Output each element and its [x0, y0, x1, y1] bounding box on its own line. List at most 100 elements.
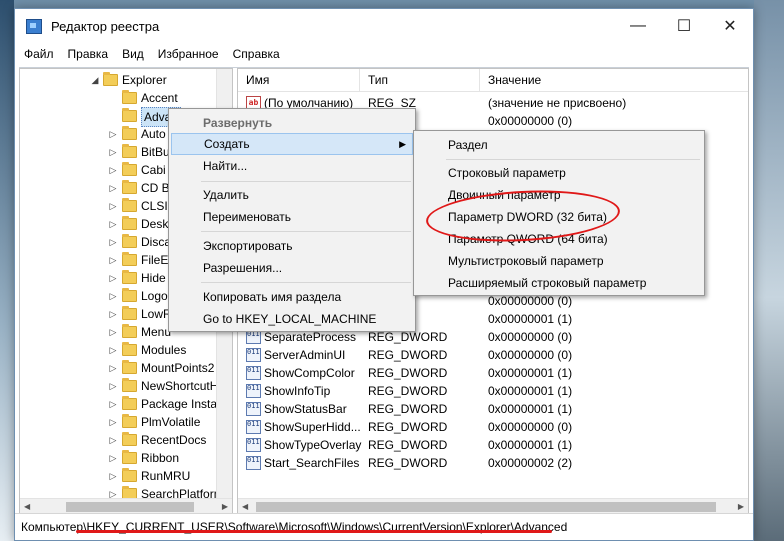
- tree-item[interactable]: ▷ NewShortcutH: [20, 377, 219, 395]
- value-name: ShowStatusBar: [264, 402, 347, 416]
- list-row[interactable]: 011 110ShowCompColor REG_DWORD 0x00000001 …: [238, 364, 748, 382]
- ctx-expand[interactable]: Развернуть: [171, 112, 413, 134]
- tree-item[interactable]: Accent: [20, 89, 216, 107]
- expand-arrow-icon[interactable]: ▷: [108, 377, 118, 395]
- expand-arrow-icon[interactable]: ▷: [108, 179, 118, 197]
- expand-arrow-icon[interactable]: ▷: [108, 431, 118, 449]
- expand-arrow-icon[interactable]: ▷: [108, 269, 118, 287]
- ctx-delete[interactable]: Удалить: [171, 184, 413, 206]
- title-bar[interactable]: Редактор реестра — ☐ ✕: [15, 9, 753, 43]
- submenu-string-value[interactable]: Строковый параметр: [416, 162, 702, 184]
- folder-icon: [122, 432, 137, 446]
- tree-item[interactable]: ▷ Ribbon: [20, 449, 216, 467]
- tree-item-explorer[interactable]: ◢ Explorer: [20, 71, 216, 89]
- value-type: REG_DWORD: [368, 456, 448, 470]
- tree-item-label: RecentDocs: [141, 433, 207, 447]
- scroll-thumb[interactable]: [256, 502, 716, 512]
- ctx-copy-key-name[interactable]: Копировать имя раздела: [171, 286, 413, 308]
- tree-item[interactable]: ▷ RecentDocs: [20, 431, 216, 449]
- dword-value-icon: 011 110: [246, 420, 261, 434]
- folder-icon: [122, 288, 137, 302]
- folder-icon: [122, 180, 137, 194]
- close-button[interactable]: ✕: [707, 9, 753, 43]
- tree-item[interactable]: ▷ Modules: [20, 341, 216, 359]
- list-row[interactable]: 011 110ShowTypeOverlay REG_DWORD 0x0000000…: [238, 436, 748, 454]
- expand-arrow-icon[interactable]: ▷: [108, 251, 118, 269]
- scroll-left-icon[interactable]: ◀: [24, 502, 30, 511]
- folder-icon: [122, 90, 137, 104]
- list-row[interactable]: 011 110ShowSuperHidd... REG_DWORD 0x000000…: [238, 418, 748, 436]
- expand-arrow-icon[interactable]: ▷: [108, 413, 118, 431]
- value-type: REG_DWORD: [368, 384, 448, 398]
- maximize-button[interactable]: ☐: [661, 9, 707, 43]
- submenu-key[interactable]: Раздел: [416, 134, 702, 156]
- ctx-find[interactable]: Найти...: [171, 155, 413, 177]
- submenu-multistring-value[interactable]: Мультистроковый параметр: [416, 250, 702, 272]
- collapse-arrow-icon[interactable]: ◢: [90, 71, 100, 89]
- column-header-value[interactable]: Значение: [480, 69, 748, 92]
- list-row[interactable]: 011 110ShowInfoTip REG_DWORD 0x00000001 (1…: [238, 382, 748, 400]
- tree-item[interactable]: ▷ Package Instal: [20, 395, 220, 413]
- expand-arrow-icon[interactable]: ▷: [108, 161, 118, 179]
- expand-arrow-icon[interactable]: ▷: [108, 395, 118, 413]
- ctx-rename[interactable]: Переименовать: [171, 206, 413, 228]
- ctx-permissions[interactable]: Разрешения...: [171, 257, 413, 279]
- menu-help[interactable]: Справка: [226, 43, 287, 65]
- list-row[interactable]: 011 110Start_SearchFiles REG_DWORD 0x00000…: [238, 454, 748, 472]
- menu-view[interactable]: Вид: [115, 43, 151, 65]
- ctx-goto-hklm[interactable]: Go to HKEY_LOCAL_MACHINE: [171, 308, 413, 330]
- menu-edit[interactable]: Правка: [61, 43, 116, 65]
- folder-icon: [122, 306, 137, 320]
- tree-item[interactable]: ▷ PlmVolatile: [20, 413, 216, 431]
- window-controls: — ☐ ✕: [615, 9, 753, 43]
- folder-icon: [122, 342, 137, 356]
- minimize-button[interactable]: —: [615, 9, 661, 43]
- ctx-export[interactable]: Экспортировать: [171, 235, 413, 257]
- value-data: 0x00000000 (0): [488, 420, 573, 434]
- expand-arrow-icon[interactable]: ▷: [108, 449, 118, 467]
- expand-arrow-icon[interactable]: ▷: [108, 125, 118, 143]
- expand-arrow-icon[interactable]: ▷: [108, 197, 118, 215]
- value-data: 0x00000001 (1): [488, 384, 573, 398]
- menu-bar: Файл Правка Вид Избранное Справка: [15, 43, 753, 65]
- expand-arrow-icon[interactable]: ▷: [108, 143, 118, 161]
- expand-arrow-icon[interactable]: ▷: [108, 323, 118, 341]
- folder-icon: [122, 162, 137, 176]
- folder-icon: [122, 108, 137, 122]
- tree-item[interactable]: ▷ RunMRU: [20, 467, 216, 485]
- expand-arrow-icon[interactable]: ▷: [108, 341, 118, 359]
- expand-arrow-icon[interactable]: ▷: [108, 467, 118, 485]
- value-data: 0x00000000 (0): [488, 114, 573, 128]
- expand-arrow-icon[interactable]: ▷: [108, 233, 118, 251]
- scroll-right-icon[interactable]: ▶: [738, 502, 744, 511]
- expand-arrow-icon[interactable]: ▷: [108, 215, 118, 233]
- folder-icon: [122, 216, 137, 230]
- expand-arrow-icon[interactable]: ▷: [108, 305, 118, 323]
- column-header-name[interactable]: Имя: [238, 69, 360, 92]
- folder-icon: [122, 360, 137, 374]
- menu-separator: [446, 159, 700, 160]
- value-data: 0x00000001 (1): [488, 438, 573, 452]
- menu-separator: [201, 181, 411, 182]
- tree-item-label: CD B: [141, 181, 170, 195]
- expand-arrow-icon[interactable]: ▷: [108, 287, 118, 305]
- tree-item-label: NewShortcutH: [141, 379, 219, 393]
- dword-value-icon: 011 110: [246, 456, 261, 470]
- scroll-right-icon[interactable]: ▶: [222, 502, 228, 511]
- list-row[interactable]: 011 110ServerAdminUI REG_DWORD 0x00000000 …: [238, 346, 748, 364]
- tree-item-label: Ribbon: [141, 451, 180, 465]
- scroll-thumb[interactable]: [66, 502, 194, 512]
- ctx-create[interactable]: Создать ▶: [171, 133, 413, 155]
- value-name: ShowTypeOverlay: [264, 438, 362, 452]
- menu-file[interactable]: Файл: [17, 43, 61, 65]
- tree-item[interactable]: ▷ MountPoints2: [20, 359, 216, 377]
- expand-arrow-icon[interactable]: ▷: [108, 359, 118, 377]
- folder-icon: [122, 414, 137, 428]
- menu-favorites[interactable]: Избранное: [151, 43, 226, 65]
- tree-item-label: PlmVolatile: [141, 415, 201, 429]
- submenu-expandable-string-value[interactable]: Расширяемый строковый параметр: [416, 272, 702, 294]
- column-header-type[interactable]: Тип: [360, 69, 480, 92]
- scroll-left-icon[interactable]: ◀: [242, 502, 248, 511]
- tree-item-label: Disca: [141, 235, 172, 249]
- list-row[interactable]: 011 110ShowStatusBar REG_DWORD 0x00000001 …: [238, 400, 748, 418]
